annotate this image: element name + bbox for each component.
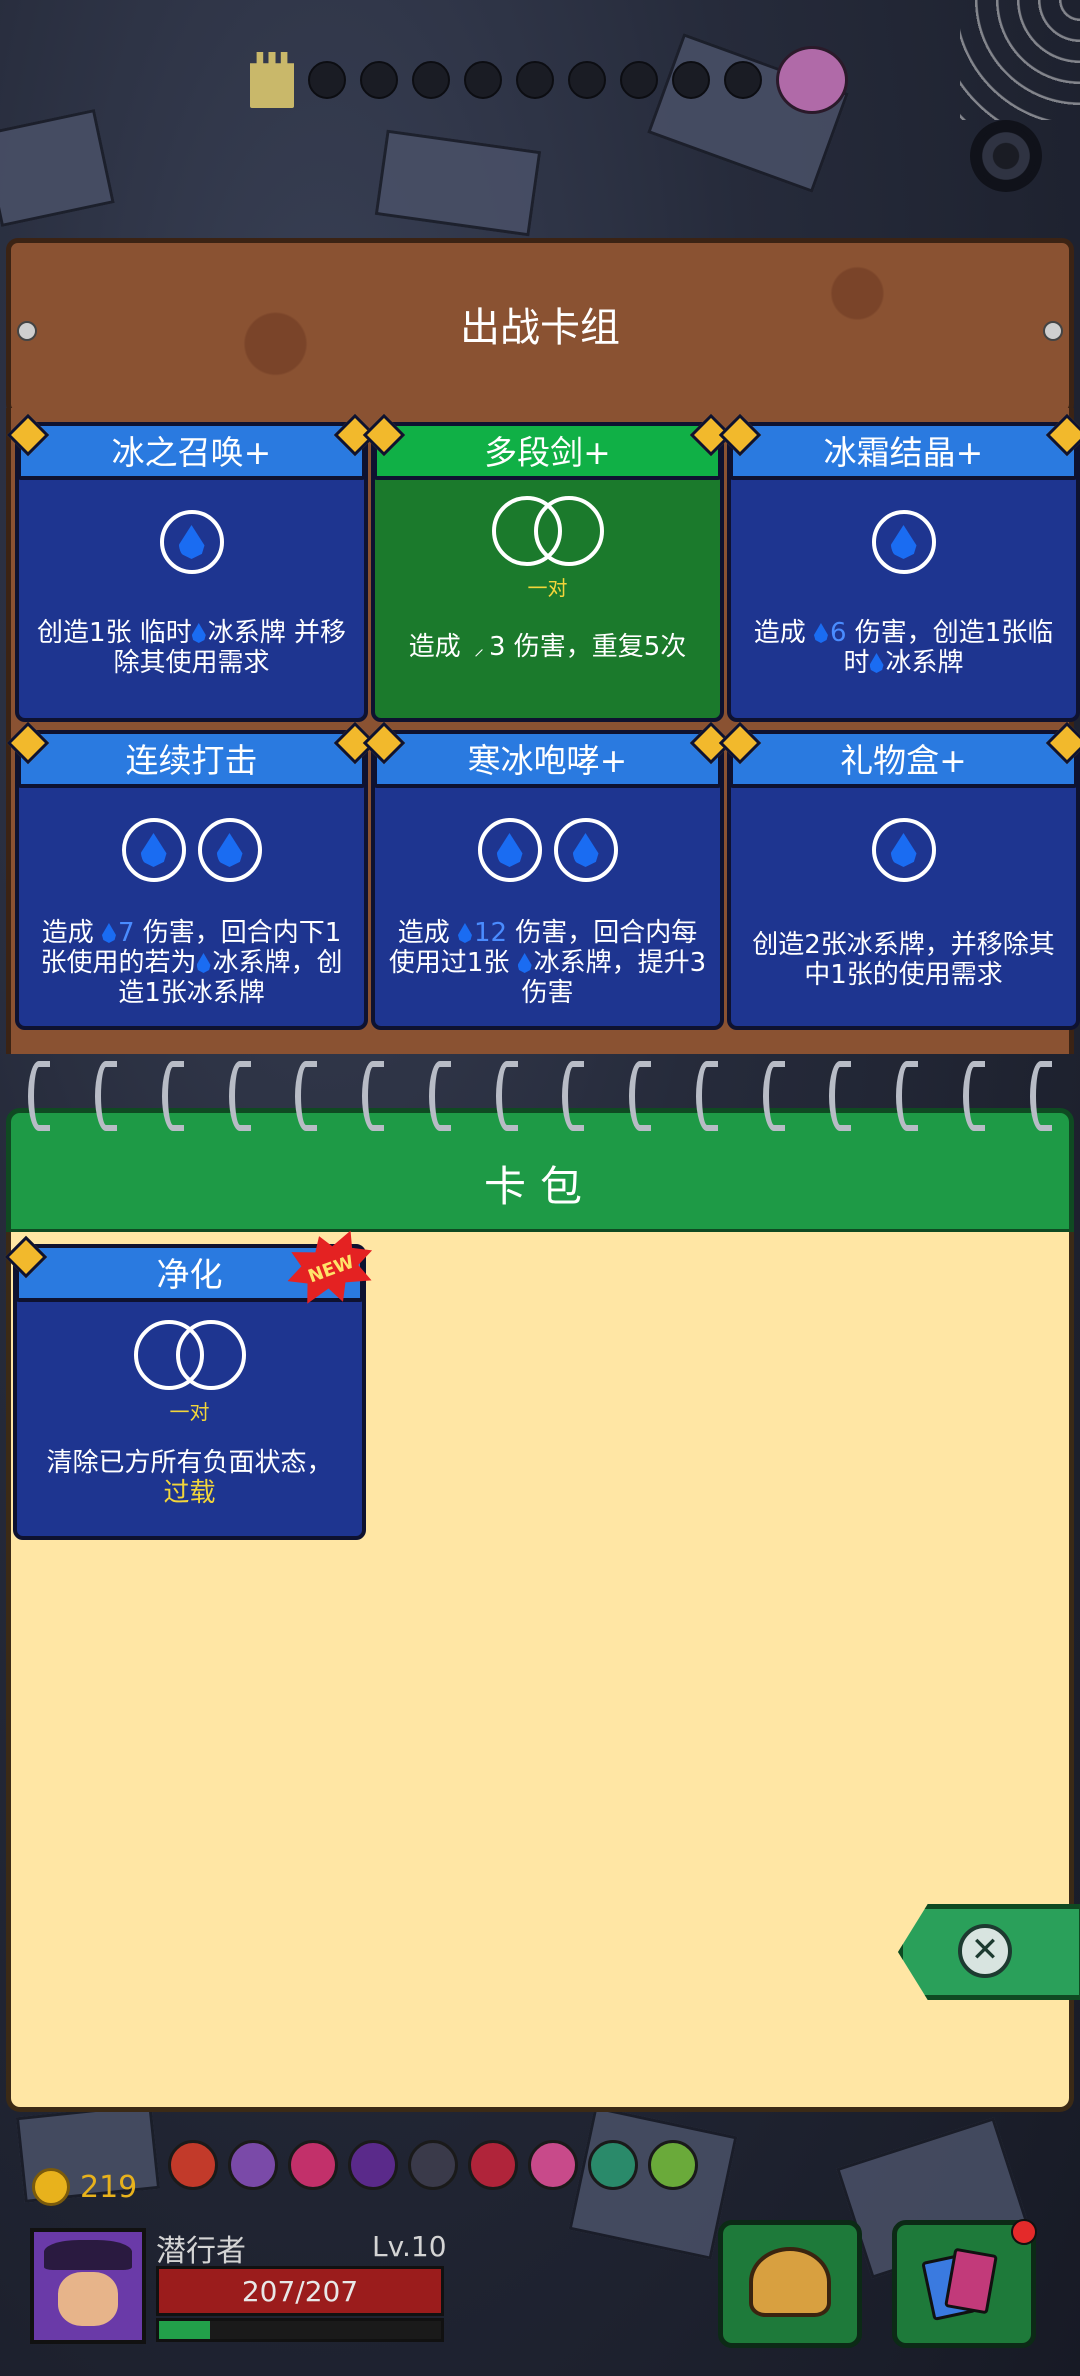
player-avatar[interactable]: [30, 2228, 146, 2344]
pack-body: 净化 NEW 一对 清除已方所有负面状态， 过载: [4, 1232, 1074, 2112]
player-name: 潜行者: [156, 2234, 246, 2269]
notebook-spiral: [6, 1056, 1074, 1136]
progress-node: [308, 61, 346, 99]
relic-icon[interactable]: [348, 2140, 398, 2190]
coin-icon: [32, 2168, 70, 2206]
relic-bar: [168, 2140, 698, 2190]
deck-card[interactable]: 礼物盒+ 创造2张冰系牌，并移除其中1张的使用需求: [718, 721, 1080, 1030]
deck-card[interactable]: 冰霜结晶+ 造成 6 伤害，创造1张临时 冰系牌: [718, 413, 1080, 722]
water-drop-icon: [457, 923, 472, 943]
relic-icon[interactable]: [168, 2140, 218, 2190]
card-cost: [731, 818, 1076, 882]
deck-card[interactable]: 寒冰咆哮+ 造成 12 伤害，回合内每使用过1张 冰系牌，提升3伤害: [362, 721, 733, 1030]
water-orb-icon: [197, 818, 262, 882]
helmet-icon: [749, 2247, 831, 2317]
pack-title: 卡包: [483, 1162, 596, 1211]
card-description: 创造1张 临时 冰系牌 并移除其使用需求: [36, 618, 347, 678]
water-drop-icon: [191, 623, 206, 643]
deck-notebook: 出战卡组 冰之召唤+ 创造1张 临时冰系牌 并移除其使用需求 多段剑+ 一对: [4, 238, 1080, 2116]
player-level: Lv.10: [372, 2230, 447, 2263]
progress-node: [516, 61, 554, 99]
pair-cost-icon: [375, 496, 720, 566]
water-drop-icon: [869, 653, 884, 673]
floor-progress: [250, 46, 848, 114]
gold-counter: 219: [32, 2168, 137, 2206]
water-drop-icon: [813, 623, 828, 643]
progress-node: [620, 61, 658, 99]
gold-amount: 219: [80, 2169, 138, 2205]
cobweb: [960, 0, 1080, 120]
card-title: 冰之召唤+: [17, 422, 366, 480]
water-orb-icon: [553, 818, 618, 882]
notification-dot: [1011, 2219, 1037, 2245]
relic-icon[interactable]: [588, 2140, 638, 2190]
card-description: 造成 ⸝ 3 伤害，重复5次: [408, 632, 687, 662]
relic-icon[interactable]: [468, 2140, 518, 2190]
equipment-button[interactable]: [718, 2220, 862, 2348]
water-orb-icon: [871, 818, 936, 882]
card-cost: [19, 510, 364, 574]
deck-button[interactable]: [892, 2219, 1037, 2348]
xp-fill: [159, 2321, 210, 2339]
deck-card-grid: 冰之召唤+ 创造1张 临时 冰系牌 并移除其使用需求 多段剑+ 一对 造成 ⸝ 3 …: [6, 413, 1080, 1030]
gear-icon[interactable]: [970, 120, 1042, 192]
pair-label: 一对: [527, 576, 568, 600]
hp-bar: 207/207: [156, 2266, 444, 2316]
relic-icon[interactable]: [528, 2140, 578, 2190]
progress-node: [568, 61, 606, 99]
card-title: 寒冰咆哮+: [373, 730, 722, 788]
water-orb-icon: [477, 818, 542, 882]
deck-area: 冰之召唤+ 创造1张 临时 冰系牌 并移除其使用需求 多段剑+ 一对 造成 ⸝ 3 …: [6, 408, 1080, 1054]
sword-icon: ⸝: [473, 636, 484, 660]
progress-node: [724, 61, 762, 99]
progress-node: [464, 61, 502, 99]
deck-title: 出战卡组: [460, 305, 620, 351]
cards-icon: [921, 2247, 998, 2321]
relic-icon[interactable]: [228, 2140, 278, 2190]
close-icon[interactable]: ✕: [958, 1924, 1012, 1978]
boss-skull-icon: [776, 46, 848, 114]
relic-icon[interactable]: [288, 2140, 338, 2190]
card-description: 创造2张冰系牌，并移除其中1张的使用需求: [752, 930, 1055, 990]
water-drop-icon: [101, 923, 116, 943]
progress-node: [412, 61, 450, 99]
relic-icon[interactable]: [648, 2140, 698, 2190]
card-title: 连续打击: [17, 730, 366, 788]
card-cost: [731, 510, 1076, 574]
pack-card[interactable]: 净化 NEW 一对 清除已方所有负面状态， 过载: [4, 1244, 366, 1540]
card-cost: [375, 818, 720, 882]
card-description: 造成 12 伤害，回合内每使用过1张 冰系牌，提升3伤害: [388, 918, 707, 1008]
progress-node: [672, 61, 710, 99]
progress-node: [360, 61, 398, 99]
card-cost: [19, 818, 364, 882]
card-title: 多段剑+: [373, 422, 722, 480]
water-orb-icon: [159, 510, 224, 574]
water-drop-icon: [196, 953, 211, 973]
card-description: 造成 7 伤害，回合内下1张使用的若为 冰系牌，创造1张冰系牌: [40, 918, 343, 1008]
xp-bar: [156, 2318, 444, 2342]
deck-card[interactable]: 多段剑+ 一对 造成 ⸝ 3 伤害，重复5次: [362, 413, 733, 722]
deck-header-board: 出战卡组: [6, 238, 1074, 416]
water-orb-icon: [871, 510, 936, 574]
pair-cost-icon: [17, 1320, 362, 1390]
water-orb-icon: [121, 818, 186, 882]
card-description: 清除已方所有负面状态， 过载: [46, 1448, 333, 1508]
castle-icon: [250, 52, 294, 108]
hp-text: 207/207: [241, 2275, 359, 2308]
card-title: 冰霜结晶+: [729, 422, 1078, 480]
deck-card[interactable]: 连续打击 造成 7 伤害，回合内下1张使用的若为 冰系牌，创造1张冰系牌: [6, 721, 377, 1030]
overload-keyword: 过载: [163, 1478, 216, 1508]
pair-label: 一对: [169, 1400, 210, 1424]
relic-icon[interactable]: [408, 2140, 458, 2190]
deck-card[interactable]: 冰之召唤+ 创造1张 临时 冰系牌 并移除其使用需求: [6, 413, 377, 722]
water-drop-icon: [517, 953, 532, 973]
card-title: 礼物盒+: [729, 730, 1078, 788]
card-description: 造成 6 伤害，创造1张临时 冰系牌: [753, 618, 1054, 678]
